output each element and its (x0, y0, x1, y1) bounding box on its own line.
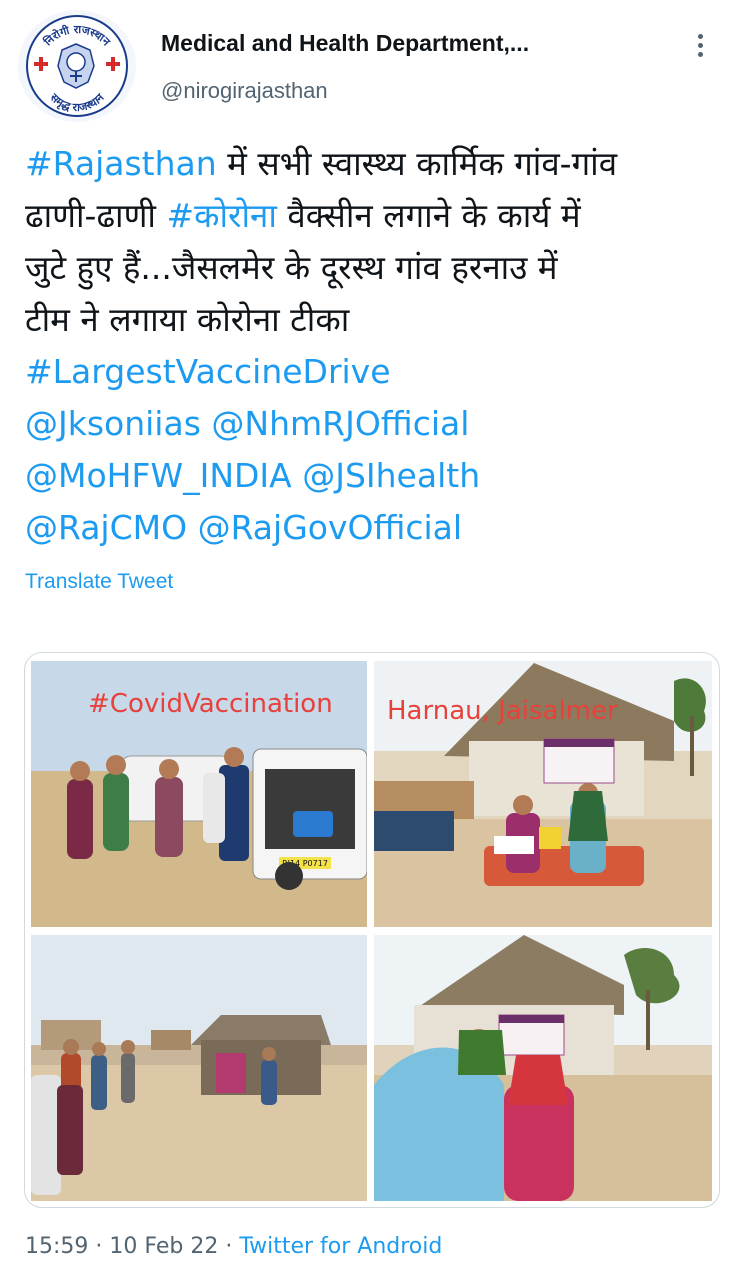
tweet-text-segment: वैक्सीन लगाने के कार्य में (276, 196, 581, 235)
meta-separator: · (218, 1234, 240, 1259)
tweet-date[interactable]: 10 Feb 22 (109, 1234, 218, 1259)
mention-link[interactable]: @RajGovOfficial (198, 508, 462, 547)
author-name[interactable]: Medical and Health Department,... (161, 30, 529, 57)
tweet-time[interactable]: 15:59 (25, 1234, 88, 1259)
tweet-line: ढाणी-ढाणी #कोरोना वैक्सीन लगाने के कार्य… (25, 190, 725, 242)
tweet-line: @MoHFW_INDIA @JSIhealth (25, 450, 725, 502)
photo-harnau-hut[interactable]: Harnau, Jaisalmer (374, 661, 712, 927)
tweet-line: जुटे हुए हैं...जैसलमेर के दूरस्थ गांव हर… (25, 242, 725, 294)
more-options-icon[interactable] (686, 30, 714, 66)
tweet-text-segment: ढाणी-ढाणी (25, 196, 167, 235)
tweet-text: #Rajasthan में सभी स्वास्थ्य कार्मिक गां… (25, 138, 725, 554)
tweet-text-segment: जुटे हुए हैं...जैसलमेर के दूरस्थ गांव हर… (25, 248, 558, 287)
tweet-text-segment: टीम ने लगाया कोरोना टीका (25, 300, 350, 339)
photo-caption-location: Harnau, Jaisalmer (387, 696, 618, 726)
photo-village-gathering[interactable] (31, 935, 367, 1201)
author-handle[interactable]: @nirogirajasthan (161, 78, 328, 104)
media-grid: RJ14 P0717 #CovidVaccination Harnau, Jai… (24, 652, 720, 1208)
mention-link[interactable]: @RajCMO (25, 508, 187, 547)
tweet-line: @Jksoniias @NhmRJOfficial (25, 398, 725, 450)
tweet-line: @RajCMO @RajGovOfficial (25, 502, 725, 554)
hashtag-link[interactable]: #कोरोना (166, 196, 276, 235)
hashtag-link[interactable]: #Rajasthan (25, 144, 217, 183)
photo-vaccine-administration[interactable] (374, 935, 712, 1201)
tweet-line: #LargestVaccineDrive (25, 346, 725, 398)
tweet-line: टीम ने लगाया कोरोना टीका (25, 294, 725, 346)
photo-vaccination-team[interactable]: RJ14 P0717 #CovidVaccination (31, 661, 367, 927)
avatar[interactable]: निरोगी राजस्थान समृद्ध राजस्थान (18, 10, 136, 122)
mention-link[interactable]: @MoHFW_INDIA (25, 456, 292, 495)
tweet-line: #Rajasthan में सभी स्वास्थ्य कार्मिक गां… (25, 138, 725, 190)
photo-caption-covid-vaccination: #CovidVaccination (88, 689, 333, 719)
tweet-text-segment (201, 404, 212, 443)
tweet-text-segment (187, 508, 198, 547)
mention-link[interactable]: @NhmRJOfficial (211, 404, 469, 443)
avatar-logo-icon: निरोगी राजस्थान समृद्ध राजस्थान (26, 15, 128, 117)
tweet-header: निरोगी राजस्थान समृद्ध राजस्थान Medical … (0, 0, 741, 122)
meta-separator: · (88, 1234, 110, 1259)
hashtag-link[interactable]: #LargestVaccineDrive (25, 352, 391, 391)
tweet-text-segment: में सभी स्वास्थ्य कार्मिक गांव-गांव (216, 144, 618, 183)
mention-link[interactable]: @JSIhealth (302, 456, 480, 495)
mention-link[interactable]: @Jksoniias (25, 404, 201, 443)
translate-tweet-link[interactable]: Translate Tweet (25, 570, 173, 594)
tweet-source-link[interactable]: Twitter for Android (239, 1234, 442, 1259)
tweet-metadata: 15:59 · 10 Feb 22 · Twitter for Android (25, 1234, 442, 1259)
tweet-text-segment (292, 456, 303, 495)
